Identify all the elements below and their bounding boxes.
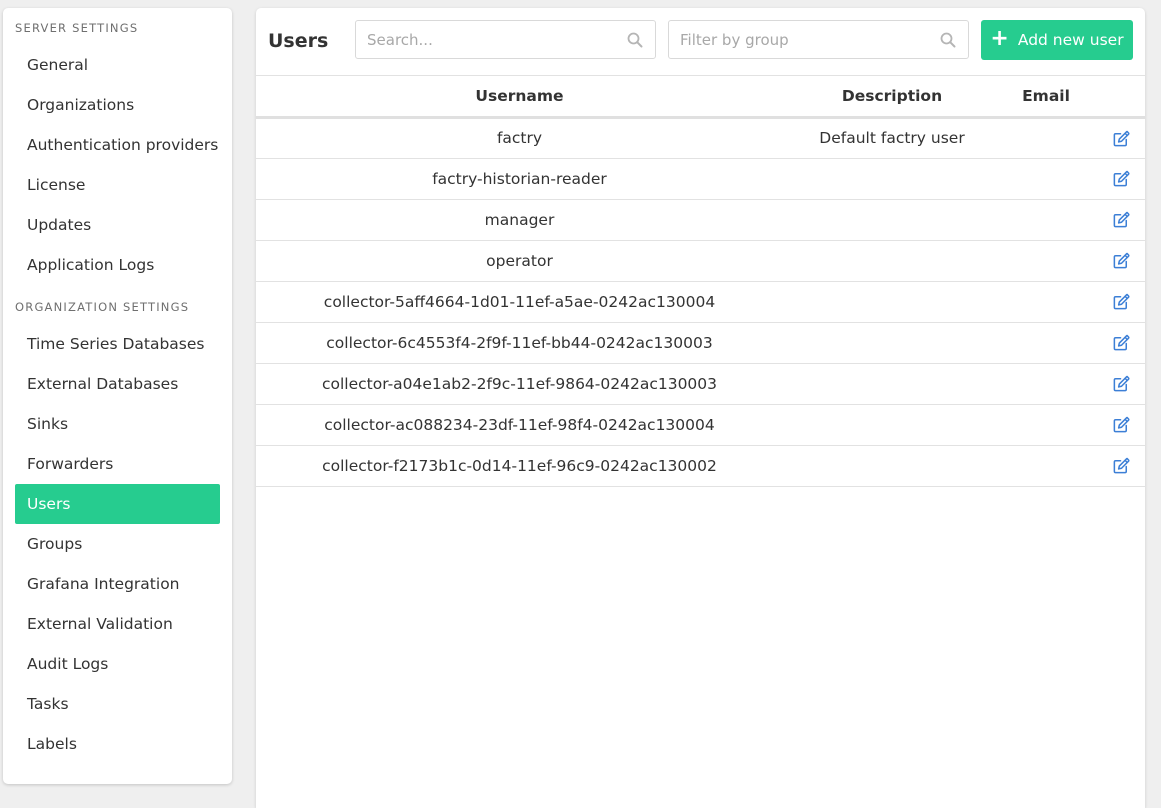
edit-cell <box>1091 281 1145 322</box>
sidebar-item-general[interactable]: General <box>15 45 220 85</box>
organization-settings-header: ORGANIZATION SETTINGS <box>15 300 190 314</box>
email-cell <box>1001 117 1091 158</box>
search-box <box>355 20 656 59</box>
username-cell: collector-f2173b1c-0d14-11ef-96c9-0242ac… <box>322 456 717 475</box>
users-table-body: factry Default factry user factry-historia… <box>256 117 1145 486</box>
sidebar-item-tasks[interactable]: Tasks <box>15 684 220 724</box>
sidebar-item-labels[interactable]: Labels <box>15 724 220 764</box>
edit-cell <box>1091 445 1145 486</box>
edit-icon[interactable] <box>1112 169 1131 188</box>
description-cell <box>783 322 1001 363</box>
search-icon <box>627 32 643 48</box>
email-cell <box>1001 158 1091 199</box>
table-row[interactable]: collector-a04e1ab2-2f9c-11ef-9864-0242ac… <box>256 363 1145 404</box>
column-header-description[interactable]: Description <box>783 76 1001 117</box>
server-settings-header: SERVER SETTINGS <box>15 21 139 35</box>
description-cell <box>783 404 1001 445</box>
server-settings-list: General Organizations Authentication provi… <box>3 45 232 285</box>
sidebar-item-sinks[interactable]: Sinks <box>15 404 220 444</box>
users-panel: Users + Add new user Username Descriptio… <box>256 8 1145 808</box>
description-cell <box>783 363 1001 404</box>
sidebar-item-authentication-providers[interactable]: Authentication providers <box>15 125 220 165</box>
edit-icon[interactable] <box>1112 210 1131 229</box>
edit-cell <box>1091 240 1145 281</box>
email-cell <box>1001 322 1091 363</box>
email-cell <box>1001 240 1091 281</box>
edit-cell <box>1091 199 1145 240</box>
username-cell: collector-a04e1ab2-2f9c-11ef-9864-0242ac… <box>321 374 718 393</box>
edit-icon[interactable] <box>1112 129 1131 148</box>
sidebar-item-grafana-integration[interactable]: Grafana Integration <box>15 564 220 604</box>
table-row[interactable]: operator <box>256 240 1145 281</box>
sidebar-item-updates[interactable]: Updates <box>15 205 220 245</box>
username-cell: factry <box>496 129 543 147</box>
description-cell <box>783 199 1001 240</box>
add-new-user-label: Add new user <box>1017 31 1124 49</box>
description-cell: Default factry user <box>819 129 965 147</box>
edit-cell <box>1091 363 1145 404</box>
email-cell <box>1001 445 1091 486</box>
username-cell: collector-5aff4664-1d01-11ef-a5ae-0242ac… <box>323 292 716 311</box>
email-cell <box>1001 404 1091 445</box>
group-filter-box <box>668 20 969 59</box>
table-row[interactable]: collector-ac088234-23df-11ef-98f4-0242ac… <box>256 404 1145 445</box>
sidebar-item-external-validation[interactable]: External Validation <box>15 604 220 644</box>
sidebar-item-groups[interactable]: Groups <box>15 524 220 564</box>
email-cell <box>1001 199 1091 240</box>
edit-cell <box>1091 117 1145 158</box>
edit-icon[interactable] <box>1112 292 1131 311</box>
edit-icon[interactable] <box>1112 374 1131 393</box>
username-cell: collector-ac088234-23df-11ef-98f4-0242ac… <box>324 415 715 434</box>
sidebar-item-license[interactable]: License <box>15 165 220 205</box>
username-cell: operator <box>486 251 553 270</box>
search-input[interactable] <box>356 21 655 58</box>
sidebar-item-application-logs[interactable]: Application Logs <box>15 245 220 285</box>
table-row[interactable]: collector-6c4553f4-2f9f-11ef-bb44-0242ac… <box>256 322 1145 363</box>
add-new-user-button[interactable]: + Add new user <box>981 20 1133 60</box>
sidebar-item-organizations[interactable]: Organizations <box>15 85 220 125</box>
edit-icon[interactable] <box>1112 251 1131 270</box>
sidebar-item-users[interactable]: Users <box>15 484 220 524</box>
description-cell <box>783 445 1001 486</box>
edit-cell <box>1091 158 1145 199</box>
group-filter-input[interactable] <box>669 21 968 58</box>
users-table: Username Description Email factry Default… <box>256 76 1145 487</box>
plus-icon: + <box>990 26 1009 51</box>
edit-icon[interactable] <box>1112 333 1131 352</box>
table-row[interactable]: collector-5aff4664-1d01-11ef-a5ae-0242ac… <box>256 281 1145 322</box>
edit-icon[interactable] <box>1112 415 1131 434</box>
table-row[interactable]: factry-historian-reader <box>256 158 1145 199</box>
table-header-row: Username Description Email <box>256 76 1145 117</box>
edit-cell <box>1091 322 1145 363</box>
column-header-username[interactable]: Username <box>256 76 783 117</box>
column-header-actions <box>1091 76 1145 117</box>
users-header: Users + Add new user <box>256 8 1145 76</box>
description-cell <box>783 158 1001 199</box>
description-cell <box>783 281 1001 322</box>
username-cell: factry-historian-reader <box>432 169 607 188</box>
email-cell <box>1001 363 1091 404</box>
description-cell <box>783 240 1001 281</box>
organization-settings-list: Time Series Databases External Databases S… <box>3 324 232 764</box>
search-icon <box>940 32 956 48</box>
table-row[interactable]: collector-f2173b1c-0d14-11ef-96c9-0242ac… <box>256 445 1145 486</box>
settings-sidebar: SERVER SETTINGS General Organizations Auth… <box>3 8 232 784</box>
table-row[interactable]: manager <box>256 199 1145 240</box>
edit-cell <box>1091 404 1145 445</box>
column-header-email[interactable]: Email <box>1001 76 1091 117</box>
username-cell: manager <box>484 210 555 229</box>
sidebar-item-audit-logs[interactable]: Audit Logs <box>15 644 220 684</box>
sidebar-item-forwarders[interactable]: Forwarders <box>15 444 220 484</box>
table-row[interactable]: factry Default factry user <box>256 117 1145 158</box>
page-title: Users <box>268 30 329 52</box>
sidebar-item-time-series-databases[interactable]: Time Series Databases <box>15 324 220 364</box>
sidebar-item-external-databases[interactable]: External Databases <box>15 364 220 404</box>
edit-icon[interactable] <box>1112 456 1131 475</box>
email-cell <box>1001 281 1091 322</box>
username-cell: collector-6c4553f4-2f9f-11ef-bb44-0242ac… <box>326 333 713 352</box>
